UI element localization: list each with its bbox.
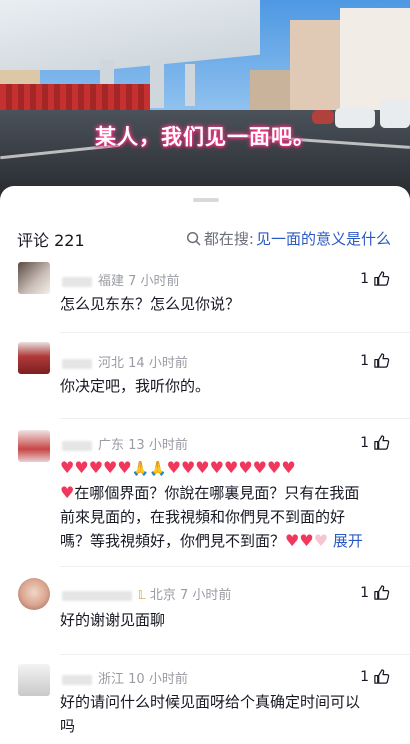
- comment-meta: 福建 7 小时前: [62, 270, 180, 289]
- comment-region: 河北: [98, 356, 125, 371]
- pray-icon: 🙏🙏: [131, 461, 167, 477]
- comment-time: 10 小时前: [128, 672, 188, 687]
- comment-text-line: 前來見面的，在我視頻和你們見不到面的好: [60, 508, 346, 526]
- comment-count: 评论 221: [17, 231, 85, 250]
- avatar[interactable]: [18, 262, 50, 294]
- comment-region: 广东: [98, 438, 125, 453]
- comment-region: 福建: [98, 274, 125, 289]
- heart-icon: ♥: [313, 531, 329, 550]
- video-building: [250, 70, 290, 110]
- comments-header: 评论 221 都在搜: 见一面的意义是什么: [0, 218, 410, 258]
- like-count: 1: [360, 352, 369, 369]
- like-count: 1: [360, 270, 369, 287]
- username-blurred[interactable]: [62, 440, 92, 451]
- heart-icon: ♥♥♥♥♥: [60, 458, 132, 477]
- comment-text-segment: 在哪個界面？你說在哪裏見面？只有在我面: [74, 484, 360, 502]
- video-fence: [0, 84, 150, 110]
- comment-text-line: ♥在哪個界面？你說在哪裏見面？只有在我面: [60, 481, 396, 505]
- comment-time: 7 小时前: [128, 274, 180, 289]
- video-pillar: [150, 62, 164, 108]
- heart-icon: ♥♥: [285, 531, 314, 550]
- comment-sheet: 评论 221 都在搜: 见一面的意义是什么 福建 7 小时前 怎么见东东？怎么见…: [0, 186, 410, 744]
- thumbs-up-icon: [374, 585, 390, 600]
- comment-text: ♥♥♥♥♥🙏🙏♥♥♥♥♥♥♥♥♥ ♥在哪個界面？你說在哪裏見面？只有在我面 前來…: [60, 456, 396, 553]
- emoji-row: ♥♥♥♥♥🙏🙏♥♥♥♥♥♥♥♥♥: [60, 456, 396, 481]
- video-pillar: [185, 64, 195, 106]
- comment-meta: 广东 13 小时前: [62, 434, 188, 453]
- comment-region: 浙江: [98, 672, 125, 687]
- search-icon: [186, 231, 201, 246]
- like-button[interactable]: 1: [360, 434, 390, 451]
- comment-divider: [60, 566, 410, 567]
- video-caption: 某人，我们见一面吧。: [95, 125, 315, 149]
- comment-divider: [60, 418, 410, 419]
- expand-link[interactable]: 展开: [333, 532, 363, 550]
- comment-time: 7 小时前: [180, 588, 232, 603]
- like-button[interactable]: 1: [360, 270, 390, 287]
- comment-text-line: 嗎？等我視頻好，你們見不到面？♥♥♥ 展开: [60, 529, 396, 553]
- related-search-link[interactable]: 都在搜: 见一面的意义是什么: [186, 228, 391, 249]
- avatar[interactable]: [18, 430, 50, 462]
- comment-item: 广东 13 小时前 ♥♥♥♥♥🙏🙏♥♥♥♥♥♥♥♥♥ ♥在哪個界面？你說在哪裏見…: [0, 430, 410, 560]
- sheet-drag-handle[interactable]: [193, 198, 219, 202]
- comment-text: 你决定吧，我听你的。: [60, 377, 211, 395]
- username-blurred[interactable]: [62, 276, 92, 287]
- like-button[interactable]: 1: [360, 584, 390, 601]
- comment-item: 福建 7 小时前 怎么见东东？怎么见你说？ 1: [0, 262, 410, 332]
- like-count: 1: [360, 668, 369, 685]
- badge-icon: 𝕃: [138, 588, 146, 602]
- comment-text-line: 好的请问什么时候见面呀给个真确定时间可以: [60, 693, 361, 711]
- comment-text: 怎么见东东？怎么见你说？: [60, 295, 241, 313]
- comment-time: 14 小时前: [128, 356, 188, 371]
- username-blurred[interactable]: [62, 590, 132, 601]
- comment-item: 河北 14 小时前 你决定吧，我听你的。 1: [0, 340, 410, 410]
- comment-item: 浙江 10 小时前 好的请问什么时候见面呀给个真确定时间可以 吗 1: [0, 664, 410, 744]
- like-count: 1: [360, 434, 369, 451]
- comment-text: 好的请问什么时候见面呀给个真确定时间可以 吗: [60, 690, 396, 738]
- avatar[interactable]: [18, 342, 50, 374]
- search-prefix: 都在搜:: [203, 230, 254, 248]
- heart-icon: ♥: [60, 483, 75, 502]
- like-button[interactable]: 1: [360, 352, 390, 369]
- thumbs-up-icon: [374, 271, 390, 286]
- comment-text: 好的谢谢见面聊: [60, 611, 166, 629]
- comment-region: 北京: [149, 588, 176, 603]
- video-building: [290, 20, 340, 115]
- comment-time: 13 小时前: [128, 438, 188, 453]
- thumbs-up-icon: [374, 353, 390, 368]
- comment-meta: 浙江 10 小时前: [62, 668, 188, 687]
- thumbs-up-icon: [374, 669, 390, 684]
- like-count: 1: [360, 584, 369, 601]
- comment-text-segment: 嗎？等我視頻好，你們見不到面？: [60, 532, 286, 550]
- comment-divider: [60, 654, 410, 655]
- username-blurred[interactable]: [62, 674, 92, 685]
- avatar[interactable]: [18, 578, 50, 610]
- thumbs-up-icon: [374, 435, 390, 450]
- comment-divider: [60, 332, 410, 333]
- heart-icon: ♥♥♥♥♥♥♥♥♥: [166, 458, 296, 477]
- username-blurred[interactable]: [62, 358, 92, 369]
- comment-item: 𝕃 北京 7 小时前 好的谢谢见面聊 1: [0, 578, 410, 648]
- comment-text-line: 吗: [60, 717, 76, 735]
- like-button[interactable]: 1: [360, 668, 390, 685]
- comment-meta: 河北 14 小时前: [62, 352, 188, 371]
- video-player[interactable]: 某人，我们见一面吧。: [0, 0, 410, 200]
- comment-meta: 𝕃 北京 7 小时前: [62, 584, 231, 603]
- search-query[interactable]: 见一面的意义是什么: [256, 228, 391, 249]
- avatar[interactable]: [18, 664, 50, 696]
